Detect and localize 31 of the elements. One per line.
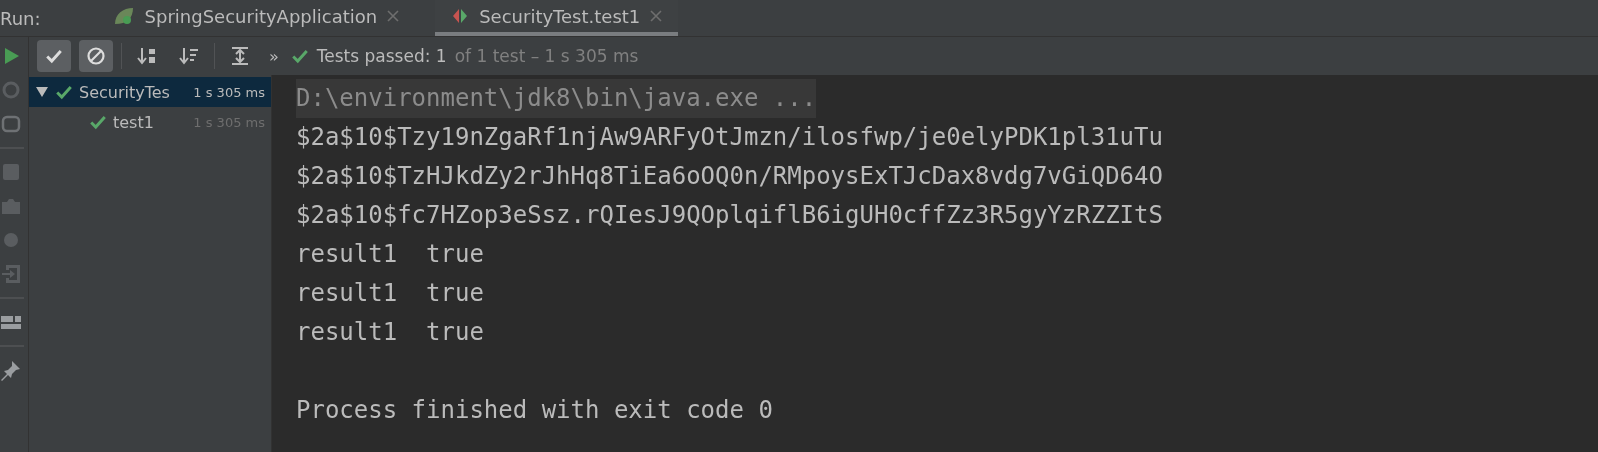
output-line: result1 true [296,278,484,309]
run-label: Run: [0,6,42,31]
check-icon [55,83,73,101]
stop-icon[interactable] [0,161,22,183]
test-tree-item[interactable]: SecurityTes 1 s 305 ms [29,77,271,107]
exit-message: Process finished with exit code 0 [296,395,773,426]
sort-icon [137,46,157,66]
expand-arrow-icon[interactable] [35,85,49,99]
run-tab[interactable]: SpringSecurityApplication [96,0,416,36]
ignored-icon [86,46,106,66]
check-icon [45,47,63,65]
tests-passed-text: Tests passed: 1 [316,46,447,66]
expand-icon [230,46,250,66]
output-line: result1 true [296,239,484,270]
more-button[interactable]: » [265,46,283,66]
close-icon[interactable] [387,10,400,22]
check-icon [290,47,309,65]
show-ignored-button[interactable] [79,40,113,72]
output-line: $2a$10$TzHJkdZy2rJhHq8TiEa6oOQ0n/RMpoysExTJcDax8vdg7vGiQD64O [296,161,1163,192]
close-icon[interactable] [650,10,663,22]
show-passed-button[interactable] [37,40,71,72]
output-line: $2a$10$Tzy19nZgaRf1njAw9ARFyOtJmzn/ilosfwp/je0elyPDK1pl31uTu [296,122,1163,153]
exit-icon[interactable] [0,263,22,285]
test-icon [451,7,470,25]
check-icon [89,113,107,131]
sort-icon [179,46,199,66]
pin-icon[interactable] [0,359,22,381]
output-line: result1 true [296,317,484,348]
test-summary-text: of 1 test – 1 s 305 ms [454,46,639,66]
output-line: $2a$10$fc7HZop3eSsz.rQIesJ9QOplqiflB6igUH0cffZz3R5gyYzRZZItS [296,200,1163,231]
leaf-icon [112,6,135,26]
